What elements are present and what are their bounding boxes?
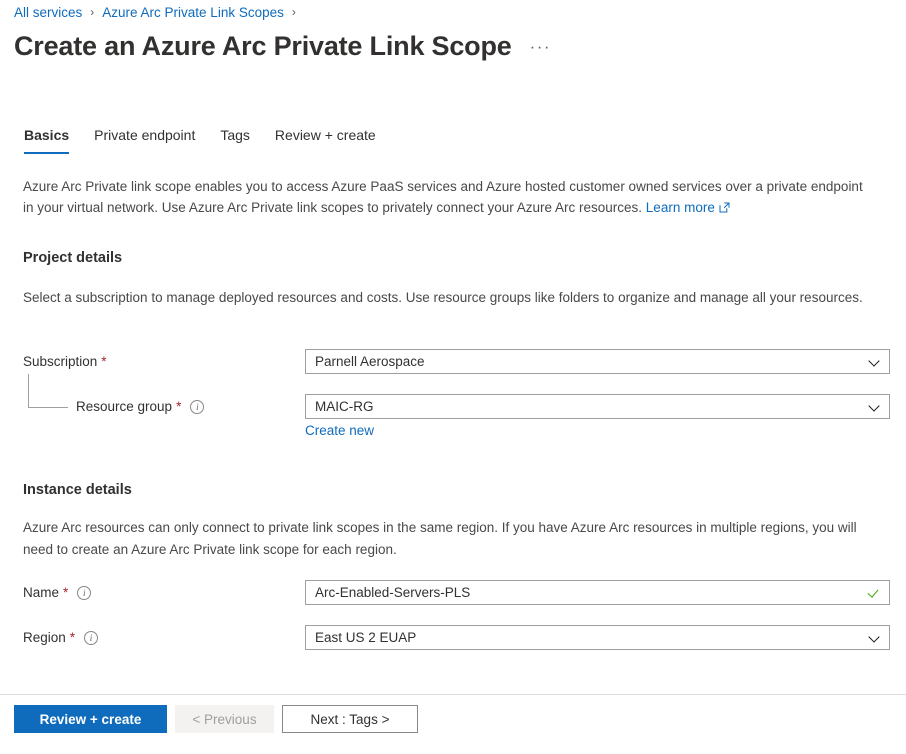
info-icon[interactable]: i: [84, 631, 99, 645]
chevron-down-icon: [869, 401, 880, 412]
region-value: East US 2 EUAP: [315, 630, 417, 645]
external-link-icon: [719, 199, 730, 220]
name-value: Arc-Enabled-Servers-PLS: [315, 585, 471, 600]
review-create-button[interactable]: Review + create: [14, 705, 167, 733]
region-label: Region * i: [23, 629, 99, 647]
wizard-tabs: Basics Private endpoint Tags Review + cr…: [24, 126, 401, 154]
more-options-icon[interactable]: ···: [530, 38, 551, 55]
region-select[interactable]: East US 2 EUAP: [305, 625, 890, 650]
name-input[interactable]: Arc-Enabled-Servers-PLS: [305, 580, 890, 605]
region-label-text: Region: [23, 630, 66, 645]
intro-description: Azure Arc Private link scope enables you…: [23, 177, 866, 219]
footer-divider: [0, 694, 906, 695]
learn-more-link[interactable]: Learn more: [646, 200, 715, 215]
create-new-resource-group-link[interactable]: Create new: [305, 423, 374, 438]
resource-group-tree-connector: [28, 374, 68, 408]
previous-button: < Previous: [175, 705, 274, 733]
subscription-label: Subscription *: [23, 353, 107, 371]
resource-group-required-indicator: *: [176, 399, 182, 414]
name-required-indicator: *: [63, 585, 69, 600]
project-details-description: Select a subscription to manage deployed…: [23, 290, 863, 305]
project-details-heading: Project details: [23, 250, 123, 266]
name-label: Name * i: [23, 584, 92, 602]
breadcrumb-separator-icon-2: ›: [291, 5, 296, 19]
name-label-text: Name: [23, 585, 60, 600]
resource-group-label: Resource group * i: [76, 398, 205, 416]
tab-basics[interactable]: Basics: [24, 126, 70, 154]
info-icon[interactable]: i: [190, 400, 205, 414]
breadcrumb: All services › Azure Arc Private Link Sc…: [14, 4, 304, 22]
region-required-indicator: *: [69, 630, 76, 645]
subscription-value: Parnell Aerospace: [315, 354, 425, 369]
page-title: Create an Azure Arc Private Link Scope: [14, 31, 512, 61]
chevron-down-icon: [869, 356, 880, 367]
valid-check-icon: [867, 586, 881, 600]
resource-group-value: MAIC-RG: [315, 399, 374, 414]
resource-group-label-text: Resource group: [76, 399, 173, 414]
footer-actions: Review + create < Previous Next : Tags >: [14, 705, 418, 733]
chevron-down-icon: [869, 632, 880, 643]
next-tags-button[interactable]: Next : Tags >: [282, 705, 418, 733]
tab-private-endpoint[interactable]: Private endpoint: [94, 126, 195, 154]
title-row: Create an Azure Arc Private Link Scope ·…: [14, 28, 551, 64]
resource-group-select[interactable]: MAIC-RG: [305, 394, 890, 419]
tab-review-create[interactable]: Review + create: [275, 126, 376, 154]
info-icon[interactable]: i: [77, 586, 92, 600]
tab-tags[interactable]: Tags: [220, 126, 250, 154]
subscription-label-text: Subscription: [23, 354, 98, 369]
breadcrumb-separator-icon: ›: [90, 5, 95, 19]
instance-details-description: Azure Arc resources can only connect to …: [23, 520, 857, 557]
intro-text: Azure Arc Private link scope enables you…: [23, 179, 863, 215]
create-private-link-scope-page: All services › Azure Arc Private Link Sc…: [0, 0, 906, 754]
instance-details-heading: Instance details: [23, 482, 132, 498]
breadcrumb-item-all-services[interactable]: All services: [14, 4, 82, 22]
breadcrumb-item-private-link-scopes[interactable]: Azure Arc Private Link Scopes: [102, 4, 284, 22]
subscription-required-indicator: *: [101, 354, 107, 369]
subscription-select[interactable]: Parnell Aerospace: [305, 349, 890, 374]
